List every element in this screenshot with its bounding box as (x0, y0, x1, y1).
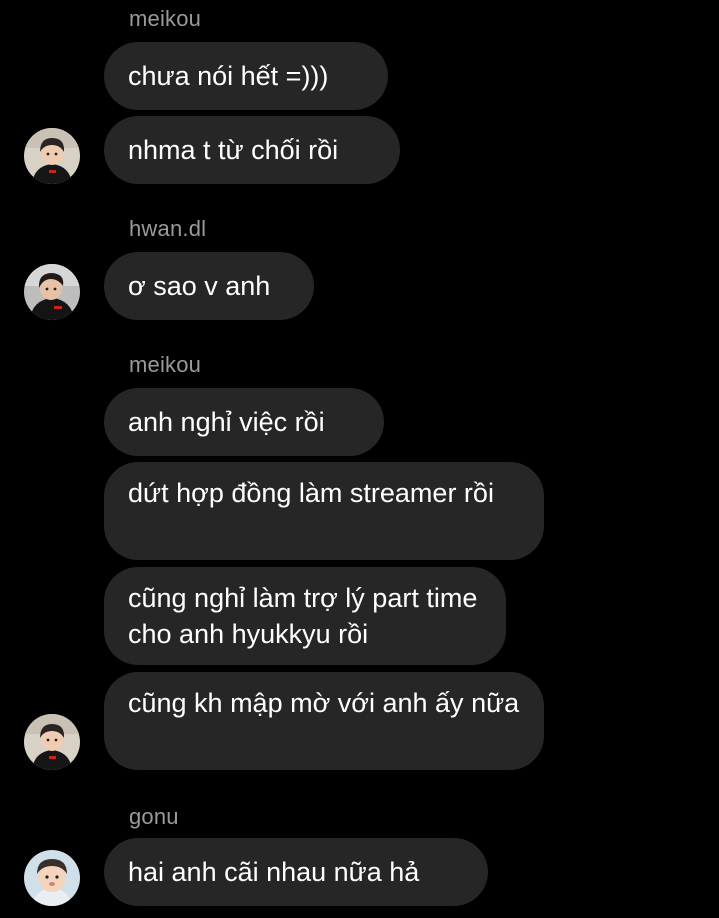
message-bubble[interactable]: ơ sao v anh (104, 252, 314, 320)
message-bubble[interactable]: nhma t từ chối rồi (104, 116, 400, 184)
sender-name-meikou: meikou (129, 352, 202, 377)
message-bubble[interactable]: hai anh cãi nhau nữa hả (104, 838, 488, 906)
sender-name-hwan: hwan.dl (129, 216, 207, 241)
sender-name-meikou: meikou (129, 6, 202, 31)
message-bubble[interactable]: dứt hợp đồng làm streamer rồi (104, 462, 544, 560)
avatar-meikou-icon[interactable] (24, 714, 80, 770)
avatar-hwan-icon[interactable] (24, 264, 80, 320)
message-bubble[interactable]: cũng nghỉ làm trợ lý part time cho anh h… (104, 567, 506, 665)
message-bubble[interactable]: chưa nói hết =))) (104, 42, 388, 110)
message-bubble[interactable]: cũng kh mập mờ với anh ấy nữa (104, 672, 544, 770)
sender-name-gonu: gonu (129, 804, 179, 829)
avatar-gonu-icon[interactable] (24, 850, 80, 906)
message-bubble[interactable]: anh nghỉ việc rồi (104, 388, 384, 456)
avatar-meikou-icon[interactable] (24, 128, 80, 184)
